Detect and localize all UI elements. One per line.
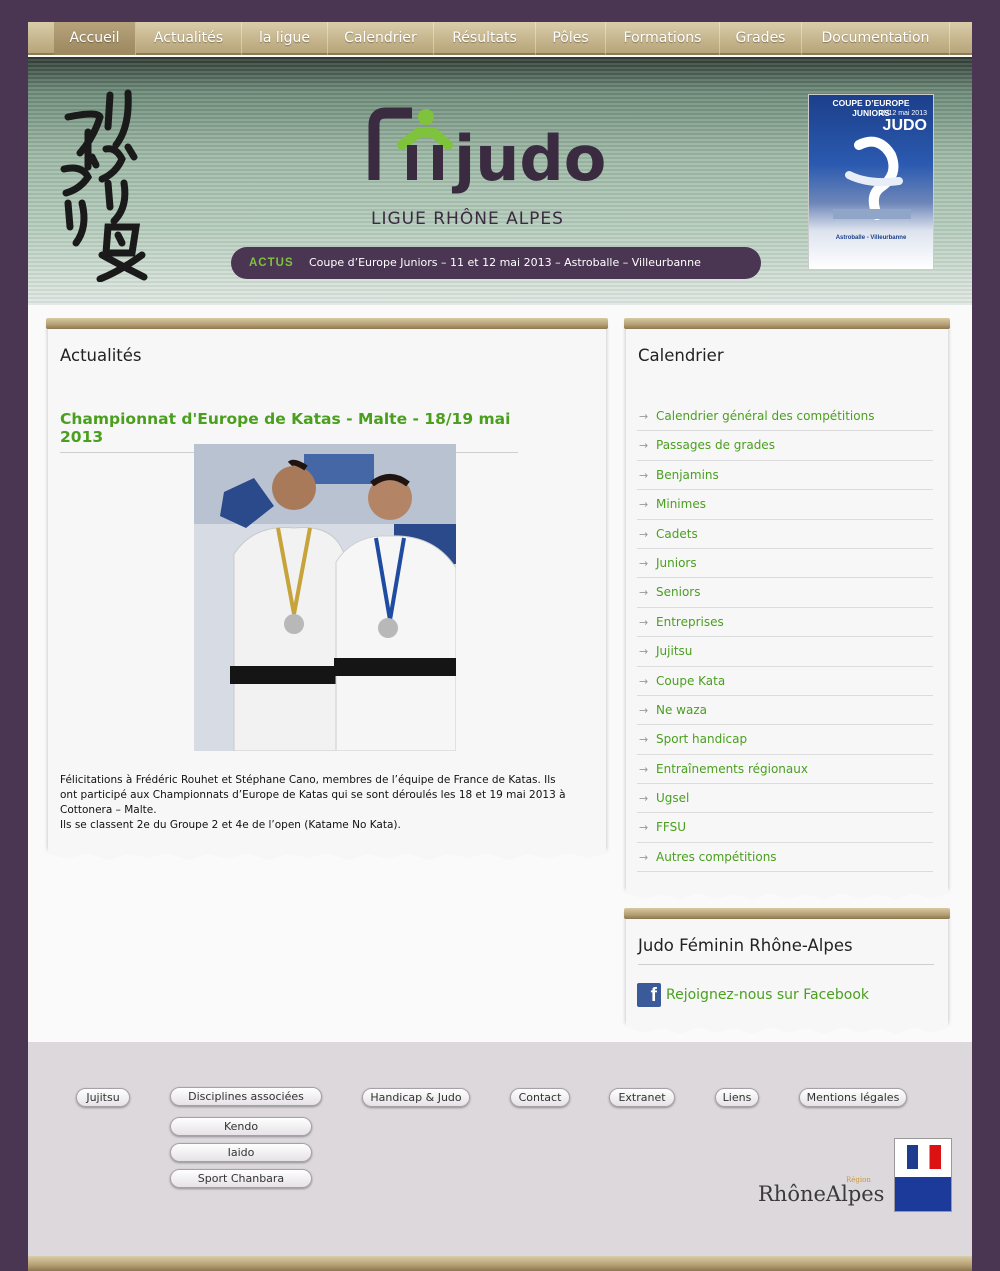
nav-la-ligue[interactable]: la ligue — [242, 22, 328, 55]
arrow-right-icon: → — [639, 468, 649, 482]
calendrier-item[interactable]: → Jujitsu — [637, 637, 933, 667]
nav-grades[interactable]: Grades — [720, 22, 802, 55]
footer-link-jujitsu[interactable]: Jujitsu — [76, 1088, 130, 1107]
ministry-logo[interactable] — [894, 1138, 952, 1212]
judo-feminin-panel: Judo Féminin Rhône-Alpes f Rejoignez-nou… — [624, 908, 950, 1034]
footer: Jujitsu Disciplines associées Kendo Iaid… — [28, 1042, 972, 1256]
nav-accueil[interactable]: Accueil — [54, 22, 136, 55]
calendrier-item[interactable]: → Cadets — [637, 520, 933, 549]
poster-dates: 11/12 mai 2013 — [879, 110, 927, 117]
arrow-right-icon: → — [639, 410, 649, 423]
nav-formations[interactable]: Formations — [606, 22, 720, 55]
panel-wood-bar — [624, 318, 950, 329]
calendrier-item[interactable]: → Entreprises — [637, 608, 933, 638]
judo-feminin-heading: Judo Féminin Rhône-Alpes — [638, 936, 934, 965]
calendrier-item[interactable]: → FFSU — [637, 813, 933, 843]
panel-wood-bar — [46, 318, 608, 329]
calendrier-item[interactable]: → Ne waza — [637, 696, 933, 726]
ticker-label: ACTUS — [249, 257, 294, 269]
poster-venue: Astroballe - Villeurbanne — [835, 235, 907, 241]
calendrier-panel: Calendrier → Calendrier général des compé… — [624, 318, 950, 900]
footer-link-handicap[interactable]: Handicap & Judo — [362, 1088, 470, 1107]
arrow-right-icon: → — [639, 615, 649, 629]
header-banner: judo LIGUE RHÔNE ALPES ACTUS Coupe d’Eur… — [28, 57, 972, 305]
actualites-heading: Actualités — [60, 346, 142, 365]
arrow-right-icon: → — [639, 850, 649, 864]
judo-logo: judo — [368, 107, 606, 195]
article-line: Félicitations à Frédéric Rouhet et Stéph… — [60, 774, 556, 786]
rhone-alpes-logo[interactable]: RhôneAlpes Région — [758, 1176, 885, 1206]
arrow-right-icon: → — [639, 439, 649, 453]
calendrier-item[interactable]: → Passages de grades — [637, 431, 933, 461]
main-nav: Accueil Actualités la ligue Calendrier R… — [28, 22, 972, 55]
bottom-wood-bar — [28, 1256, 972, 1271]
footer-link-disciplines[interactable]: Disciplines associées — [170, 1087, 322, 1106]
article-line: ont participé aux Championnats d’Europe … — [60, 789, 566, 801]
calendrier-heading: Calendrier — [638, 346, 724, 365]
region-name: RhôneAlpes — [758, 1182, 885, 1206]
calendrier-item[interactable]: → Autres compétitions — [637, 843, 933, 873]
arrow-right-icon: → — [639, 674, 649, 688]
arrow-right-icon: → — [639, 762, 649, 776]
page: Accueil Actualités la ligue Calendrier R… — [28, 22, 972, 1271]
facebook-link[interactable]: Rejoignez-nous sur Facebook — [666, 983, 869, 1007]
arrow-right-icon: → — [639, 556, 649, 570]
footer-sublink-kendo[interactable]: Kendo — [170, 1117, 312, 1136]
poster-sport: JUDO — [882, 117, 927, 134]
poster-judoka-image — [833, 136, 911, 220]
logo-word: judo — [451, 122, 606, 195]
footer-sublink-iaido[interactable]: Iaido — [170, 1143, 312, 1162]
article-body: Félicitations à Frédéric Rouhet et Stéph… — [60, 773, 590, 833]
article-photo[interactable] — [194, 444, 456, 751]
french-flag-icon — [907, 1145, 941, 1169]
footer-link-liens[interactable]: Liens — [715, 1088, 759, 1107]
article-line: Cottonera – Malte. — [60, 804, 157, 816]
footer-link-extranet[interactable]: Extranet — [609, 1088, 675, 1107]
event-poster[interactable]: COUPE D’EUROPE JUNIORS 11/12 mai 2013 JU… — [808, 94, 934, 270]
arrow-right-icon: → — [639, 733, 649, 747]
footer-link-mentions[interactable]: Mentions légales — [799, 1088, 907, 1107]
torn-edge — [626, 888, 948, 900]
kanji-calligraphy — [60, 89, 148, 282]
torn-edge — [626, 1022, 948, 1034]
arrow-right-icon: → — [639, 821, 649, 835]
torn-edge — [48, 848, 606, 860]
article-line: Ils se classent 2e du Groupe 2 et 4e de … — [60, 819, 401, 831]
actualites-panel: Actualités Championnat d'Europe de Katas… — [46, 318, 608, 860]
arrow-right-icon: → — [639, 703, 649, 717]
panel-wood-bar — [624, 908, 950, 919]
arrow-right-icon: → — [639, 527, 649, 541]
facebook-icon[interactable]: f — [637, 983, 661, 1007]
nav-calendrier[interactable]: Calendrier — [328, 22, 434, 55]
ministry-block — [895, 1177, 951, 1211]
calendrier-item[interactable]: → Entraînements régionaux — [637, 755, 933, 785]
calendrier-item[interactable]: → Juniors — [637, 549, 933, 579]
arrow-right-icon: → — [639, 498, 649, 512]
calendrier-item[interactable]: → Sport handicap — [637, 725, 933, 755]
arrow-right-icon: → — [639, 645, 649, 659]
calendrier-item[interactable]: → Coupe Kata — [637, 667, 933, 696]
arrow-right-icon: → — [639, 586, 649, 600]
calendrier-item[interactable]: → Minimes — [637, 490, 933, 520]
arrow-right-icon: → — [639, 792, 649, 806]
calendrier-item[interactable]: → Seniors — [637, 578, 933, 608]
footer-link-contact[interactable]: Contact — [510, 1088, 570, 1107]
news-ticker[interactable]: ACTUS Coupe d’Europe Juniors – 11 et 12 … — [231, 247, 761, 279]
nav-resultats[interactable]: Résultats — [434, 22, 536, 55]
logo-subtitle: LIGUE RHÔNE ALPES — [371, 209, 564, 229]
calendrier-item[interactable]: → Calendrier général des compétitions — [637, 402, 933, 432]
nav-documentation[interactable]: Documentation — [802, 22, 950, 55]
nav-poles[interactable]: Pôles — [536, 22, 606, 55]
nav-actualites[interactable]: Actualités — [136, 22, 242, 55]
ticker-text[interactable]: Coupe d’Europe Juniors – 11 et 12 mai 20… — [309, 247, 701, 279]
calendrier-list: → Calendrier général des compétitions → Pa… — [637, 402, 933, 873]
footer-sublink-sport-chanbara[interactable]: Sport Chanbara — [170, 1169, 312, 1188]
calendrier-item[interactable]: → Benjamins — [637, 461, 933, 491]
region-small: Région — [846, 1176, 871, 1184]
calendrier-item[interactable]: → Ugsel — [637, 784, 933, 814]
